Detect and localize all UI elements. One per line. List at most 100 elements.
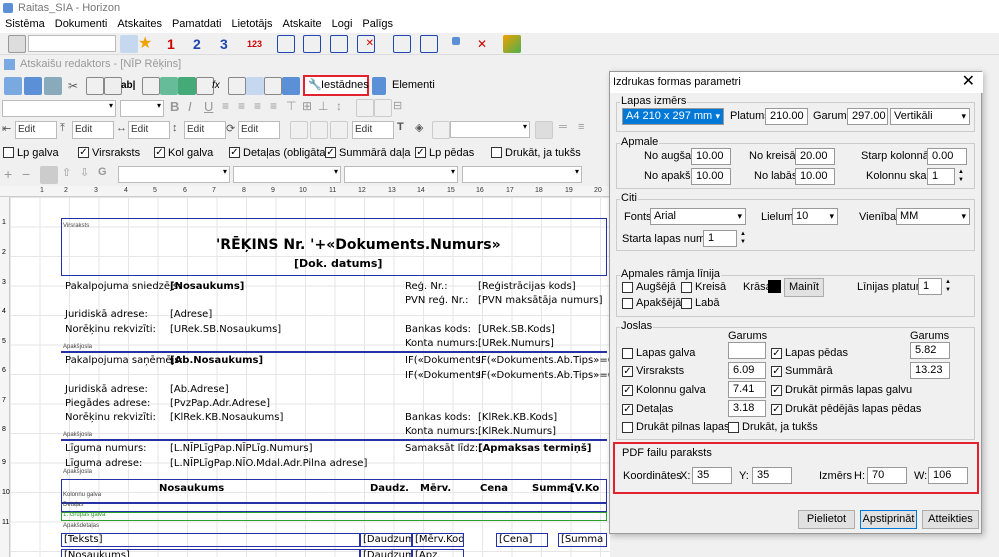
line-style-icon[interactable]: ═ [559,121,577,139]
kol-galva-checkbox[interactable]: ✓ Kol galva [154,146,213,160]
text-field-icon[interactable]: ab| [121,77,139,95]
report-3-icon[interactable]: 3 [220,35,238,53]
if-expression[interactable]: IF(«Dokuments. [405,355,484,366]
lig-value[interactable]: [L.NĪPLīgPap.NĪPLīg.Numurs] [170,443,313,454]
x-input[interactable]: 35 [692,467,732,484]
supplier-label[interactable]: Pakalpojuma sniedzējs: [65,281,181,292]
lp-pedas-checkbox[interactable]: ✓ Lp pēdas [415,146,474,160]
kreisa-checkbox[interactable]: Kreisā [681,281,726,294]
bank2-value[interactable]: [KlRek.KB.Kods] [478,412,557,423]
fill-icon[interactable]: ◈ [415,121,433,139]
reg-label[interactable]: Reģ. Nr.: [405,281,448,292]
menu-paligs[interactable]: Palīgs [357,16,398,33]
h-input[interactable]: 70 [867,467,907,484]
menu-dokumenti[interactable]: Dokumenti [50,16,113,33]
layout-icon[interactable] [277,35,295,53]
font-size-select[interactable]: ▾ [120,100,164,117]
detalas-dialog-checkbox[interactable]: ✓ Detaļas [622,403,673,416]
text-icon[interactable]: T [397,121,415,139]
filter-icon[interactable] [120,35,138,53]
ligadr-value[interactable]: [L.NĪPLīgPap.NĪO.Mdal.Adr.Pilna adrese] [170,458,367,469]
lapas-pedas-checkbox[interactable]: ✓ Lapas pēdas [771,347,848,360]
spacing-icon[interactable]: ↕ [336,99,354,117]
if-expression[interactable]: IF(«Dokuments.Ab.Tips»=6, [478,355,610,366]
garums-input[interactable]: 297.00 [847,108,888,125]
size-select-dialog[interactable]: 10 ▾ [792,208,838,225]
konta-value[interactable]: [URek.Numurs] [478,338,554,349]
jur2-value[interactable]: [Ab.Adrese] [170,384,229,395]
color-icon[interactable] [432,121,450,139]
columns-icon[interactable] [303,35,321,53]
linijas-input[interactable]: 1 [918,278,942,295]
starp-input[interactable]: 0.00 [927,148,967,165]
menu-lietotajs[interactable]: Lietotājs [227,16,278,33]
field-daudzums[interactable]: [Daudzums] [360,533,412,547]
lapas-galva-checkbox[interactable]: Lapas galva [622,347,695,360]
rotate-edit[interactable]: Edit [238,121,280,139]
page-size-select[interactable]: A4 210 x 297 mm ▾ [622,108,724,125]
barcode-icon[interactable] [246,77,264,95]
field-daudzums2[interactable]: [Daudzums] [360,549,412,557]
konta2-label[interactable]: Konta numurs: [405,426,478,437]
report-canvas[interactable]: Virsraksts 'RĒĶINS Nr. '+«Dokuments.Numu… [10,197,610,557]
virsraksts-dialog-checkbox[interactable]: ✓ Virsraksts [622,365,684,378]
group-add-icon[interactable]: G [98,166,116,184]
line-width-icon[interactable]: ≡ [578,121,596,139]
y-input[interactable]: 35 [752,467,792,484]
font-select[interactable]: ▾ [2,100,116,117]
virsraksts-checkbox[interactable]: ✓ Virsraksts [78,146,140,160]
import-icon[interactable] [393,35,411,53]
starta-input[interactable]: 1 [703,230,737,247]
detalas-checkbox[interactable]: ✓ Detaļas (obligātas) [229,146,335,160]
drukat-tukss-checkbox[interactable]: Drukāt, ja tukšs [491,146,581,160]
jur-value[interactable]: [Adrese] [170,309,212,320]
color-swatch[interactable] [768,280,781,293]
new-icon[interactable] [4,77,22,95]
w-input[interactable]: 106 [928,467,968,484]
recv-value[interactable]: [Ab.Nosaukums] [170,355,263,366]
orientation-select[interactable]: Vertikāli ▾ [890,108,970,125]
nor-value[interactable]: [URek.SB.Nosaukums] [170,324,281,335]
recv-label[interactable]: Pakalpojuma saņēmējs: [65,355,183,366]
reg-value[interactable]: [Reģistrācijas kods] [478,281,576,292]
pvn-label[interactable]: PVN reģ. Nr.: [405,295,469,306]
col-cena[interactable]: Cena [480,483,508,494]
copy-icon[interactable] [86,77,104,95]
no-kreisas-input[interactable]: 20.00 [795,148,835,165]
height-edit[interactable]: Edit [184,121,226,139]
col-daudz[interactable]: Daudz. [370,483,409,494]
report-date[interactable]: [Dok. datums] [294,257,382,270]
table-icon[interactable] [330,35,348,53]
bank-label[interactable]: Bankas kods: [405,324,471,335]
width-edit[interactable]: Edit [128,121,170,139]
menu-logi[interactable]: Logi [327,16,358,33]
druk-pirmas-checkbox[interactable]: ✓ Drukāt pirmās lapas galvu [771,384,912,397]
druk-pilnas-checkbox[interactable]: Drukāt pilnas lapas [622,421,730,434]
nor-label[interactable]: Norēķinu rekvizīti: [65,324,156,335]
menu-sistema[interactable]: Sistēma [0,16,50,33]
image-icon[interactable] [160,77,178,95]
star-icon[interactable]: ★ [138,35,156,53]
druk-tukss-dialog-checkbox[interactable]: Drukāt, ja tukšs [728,421,818,434]
no-labas-input[interactable]: 10.00 [795,168,835,185]
no-augsas-input[interactable]: 10.00 [691,148,731,165]
chart-icon[interactable] [228,77,246,95]
col-merv[interactable]: Mērv. [420,483,451,494]
datasource-select[interactable]: ▾ [118,166,230,183]
table-delete-icon[interactable]: ✕ [357,35,375,53]
save-icon[interactable] [24,77,42,95]
numbering-icon[interactable]: 123 [247,35,265,53]
field-merv[interactable]: [Mērv.Kods [412,533,464,547]
augseja-checkbox[interactable]: Augšējā [622,281,676,294]
units-select[interactable]: MM ▾ [896,208,970,225]
if-expression[interactable]: IF(«Dokuments.Ab.Tips»=6, [478,370,610,381]
jur2-label[interactable]: Juridiskā adrese: [65,384,148,395]
paste-icon[interactable] [104,77,122,95]
valign-bottom-icon[interactable]: ⊥ [318,99,336,117]
font-select-dialog[interactable]: Arial ▾ [650,208,746,225]
small-square-icon[interactable] [452,37,460,45]
report-1-icon[interactable]: 1 [167,35,185,53]
konta2-value[interactable]: [KlRek.Numurs] [478,426,556,437]
kolonnu-galva-checkbox[interactable]: ✓ Kolonnu galva [622,384,706,397]
cut-icon[interactable]: ✂ [68,77,86,95]
